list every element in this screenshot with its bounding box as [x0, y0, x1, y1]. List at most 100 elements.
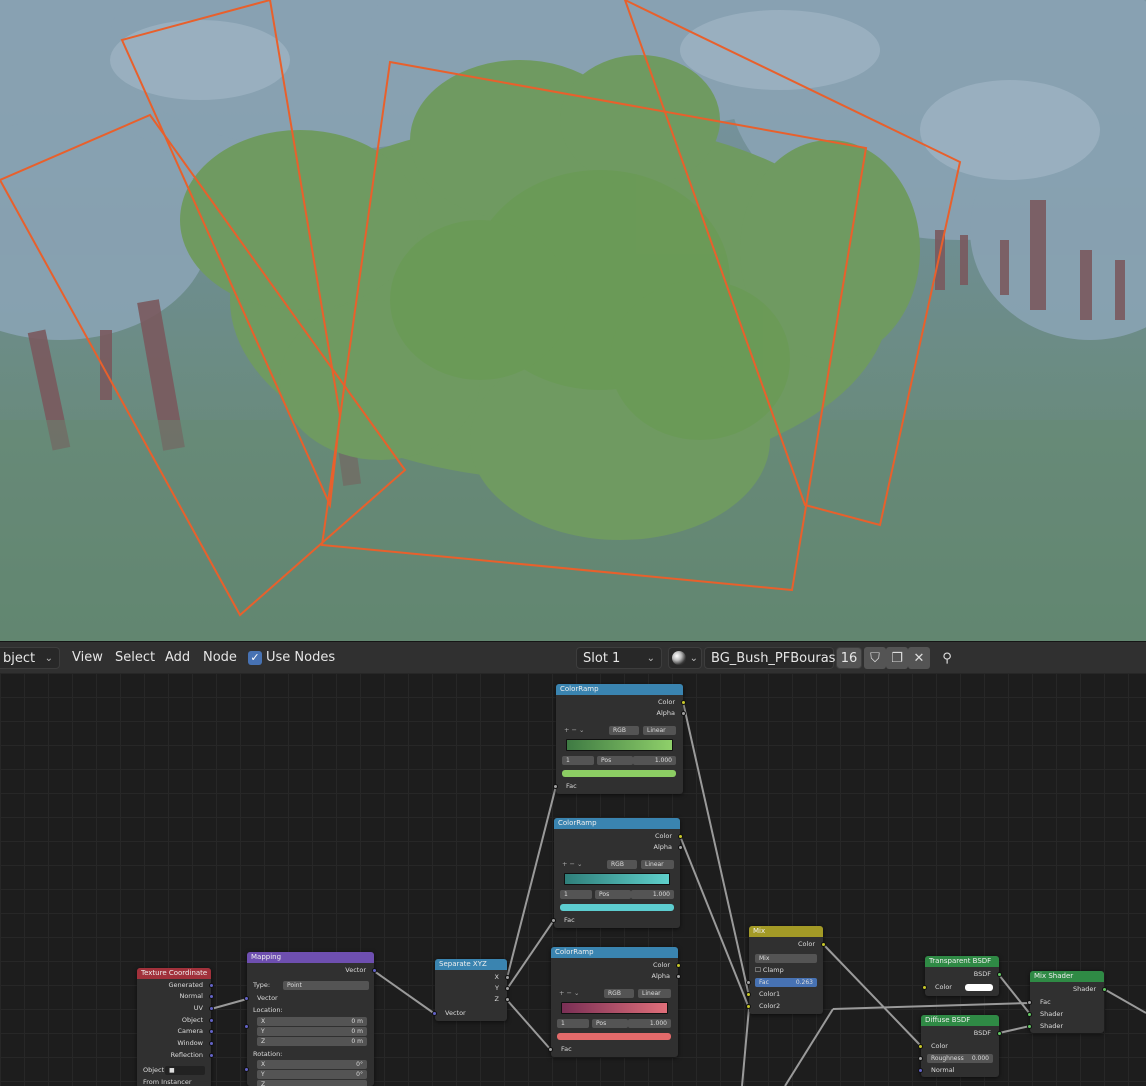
- output-socket[interactable]: [821, 942, 826, 947]
- node-separate-xyz[interactable]: Separate XYZ X Y Z Vector: [432, 959, 510, 1021]
- color-mode-dropdown[interactable]: RGB: [609, 726, 639, 735]
- output-socket[interactable]: [209, 1053, 214, 1058]
- node-mapping[interactable]: Mapping Vector Type: Point Vector Locati…: [244, 952, 377, 1086]
- menu-view[interactable]: View: [72, 650, 103, 665]
- input-socket[interactable]: [918, 1044, 923, 1049]
- object-mode-dropdown[interactable]: bject ⌄: [0, 647, 60, 669]
- input-socket[interactable]: [553, 784, 558, 789]
- add-remove-icons[interactable]: + − ⌄: [562, 860, 582, 869]
- node-title[interactable]: ColorRamp: [551, 947, 678, 958]
- input-socket[interactable]: [1027, 1000, 1032, 1005]
- output-socket[interactable]: [505, 997, 510, 1002]
- interpolation-dropdown[interactable]: Linear: [641, 860, 674, 869]
- input-socket[interactable]: [746, 992, 751, 997]
- rotation-z-field[interactable]: Z: [257, 1080, 367, 1086]
- output-socket[interactable]: [676, 974, 681, 979]
- output-socket[interactable]: [209, 994, 214, 999]
- location-x-field[interactable]: X0 m: [257, 1017, 367, 1026]
- output-socket[interactable]: [997, 1031, 1002, 1036]
- fake-user-shield-icon[interactable]: ⛉: [864, 647, 886, 669]
- pos-field[interactable]: 1.000: [628, 1019, 671, 1028]
- stop-index-field[interactable]: 1: [560, 890, 592, 899]
- rotation-x-field[interactable]: X 0°: [257, 1060, 367, 1069]
- output-socket[interactable]: [1102, 987, 1107, 992]
- output-socket[interactable]: [209, 1029, 214, 1034]
- node-title[interactable]: Transparent BSDF: [925, 956, 999, 967]
- duplicate-material-icon[interactable]: ❐: [886, 647, 908, 669]
- use-nodes-checkbox[interactable]: ✓: [248, 651, 262, 665]
- input-socket[interactable]: [1027, 1012, 1032, 1017]
- type-dropdown[interactable]: Point: [283, 981, 369, 990]
- color-ramp-bar[interactable]: [561, 1002, 668, 1014]
- node-title[interactable]: ColorRamp: [556, 684, 683, 695]
- from-instancer-checkbox[interactable]: From Instancer: [143, 1078, 192, 1086]
- output-socket[interactable]: [505, 986, 510, 991]
- node-transparent-bsdf[interactable]: Transparent BSDF BSDF Color: [922, 956, 1002, 996]
- interpolation-dropdown[interactable]: Linear: [638, 989, 671, 998]
- input-socket[interactable]: [918, 1068, 923, 1073]
- blend-mode-dropdown[interactable]: Mix: [755, 954, 817, 963]
- node-title[interactable]: Mapping: [247, 952, 374, 963]
- stop-color-swatch[interactable]: [557, 1033, 671, 1040]
- input-socket[interactable]: [548, 1047, 553, 1052]
- input-socket[interactable]: [551, 918, 556, 923]
- pos-field[interactable]: 1.000: [631, 890, 674, 899]
- input-socket[interactable]: [1027, 1024, 1032, 1029]
- output-socket[interactable]: [997, 972, 1002, 977]
- input-socket[interactable]: [244, 1024, 249, 1029]
- output-socket[interactable]: [209, 983, 214, 988]
- interpolation-dropdown[interactable]: Linear: [643, 726, 676, 735]
- output-socket[interactable]: [209, 1018, 214, 1023]
- user-count-button[interactable]: 16: [836, 647, 862, 669]
- stop-index-field[interactable]: 1: [557, 1019, 589, 1028]
- input-socket[interactable]: [244, 1067, 249, 1072]
- output-socket[interactable]: [678, 834, 683, 839]
- input-socket[interactable]: [922, 985, 927, 990]
- stop-color-swatch[interactable]: [562, 770, 676, 777]
- clamp-checkbox[interactable]: ☐ Clamp: [755, 966, 784, 975]
- node-mix-shader[interactable]: Mix Shader Shader Fac Shader Shader: [1027, 971, 1107, 1033]
- node-title[interactable]: Mix Shader: [1030, 971, 1104, 982]
- 3d-viewport[interactable]: [0, 0, 1146, 641]
- material-name-field[interactable]: BG_Bush_PFBouras...: [704, 647, 848, 669]
- output-socket[interactable]: [372, 968, 377, 973]
- color-swatch[interactable]: [965, 984, 993, 991]
- slot-dropdown[interactable]: Slot 1 ⌄: [576, 647, 662, 669]
- input-socket[interactable]: [746, 980, 751, 985]
- node-colorramp-1[interactable]: ColorRamp Color Alpha + − ⌄ RGB Linear 1…: [553, 684, 686, 794]
- output-socket[interactable]: [678, 845, 683, 850]
- node-colorramp-3[interactable]: ColorRamp Color Alpha + − ⌄ RGB Linear 1…: [548, 947, 681, 1057]
- node-title[interactable]: Diffuse BSDF: [921, 1015, 999, 1026]
- pos-field[interactable]: 1.000: [633, 756, 676, 765]
- roughness-field[interactable]: Roughness 0.000: [927, 1054, 993, 1063]
- node-diffuse-bsdf[interactable]: Diffuse BSDF BSDF Color Roughness 0.000 N…: [918, 1015, 1002, 1077]
- node-title[interactable]: Mix: [749, 926, 823, 937]
- color-mode-dropdown[interactable]: RGB: [607, 860, 637, 869]
- node-colorramp-2[interactable]: ColorRamp Color Alpha + − ⌄ RGB Linear 1…: [551, 818, 683, 928]
- node-title[interactable]: Separate XYZ: [435, 959, 507, 970]
- node-editor-canvas[interactable]: ColorRamp Color Alpha + − ⌄ RGB Linear 1…: [0, 673, 1146, 1086]
- fac-field[interactable]: Fac 0.263: [755, 978, 817, 987]
- material-browse-button[interactable]: ⌄: [668, 647, 702, 669]
- node-mix[interactable]: Mix Color Mix ☐ Clamp Fac 0.263 Color1 Co…: [746, 926, 826, 1014]
- rotation-y-field[interactable]: Y 0°: [257, 1070, 367, 1079]
- output-socket[interactable]: [505, 975, 510, 980]
- output-socket[interactable]: [209, 1041, 214, 1046]
- location-z-field[interactable]: Z0 m: [257, 1037, 367, 1046]
- pin-icon[interactable]: ⚲: [936, 647, 958, 669]
- add-remove-icons[interactable]: + − ⌄: [564, 726, 584, 735]
- menu-node[interactable]: Node: [203, 650, 237, 665]
- output-socket[interactable]: [676, 963, 681, 968]
- node-title[interactable]: ColorRamp: [554, 818, 680, 829]
- output-socket[interactable]: [681, 711, 686, 716]
- input-socket[interactable]: [918, 1056, 923, 1061]
- stop-color-swatch[interactable]: [560, 904, 674, 911]
- node-title[interactable]: Texture Coordinate: [137, 968, 211, 979]
- object-picker[interactable]: ■: [165, 1066, 205, 1075]
- node-texture-coordinate[interactable]: Texture Coordinate Generated Normal UV O…: [137, 968, 214, 1086]
- output-socket[interactable]: [209, 1006, 214, 1011]
- color-ramp-bar[interactable]: [564, 873, 670, 885]
- output-socket[interactable]: [681, 700, 686, 705]
- add-remove-icons[interactable]: + − ⌄: [559, 989, 579, 998]
- input-socket[interactable]: [746, 1004, 751, 1009]
